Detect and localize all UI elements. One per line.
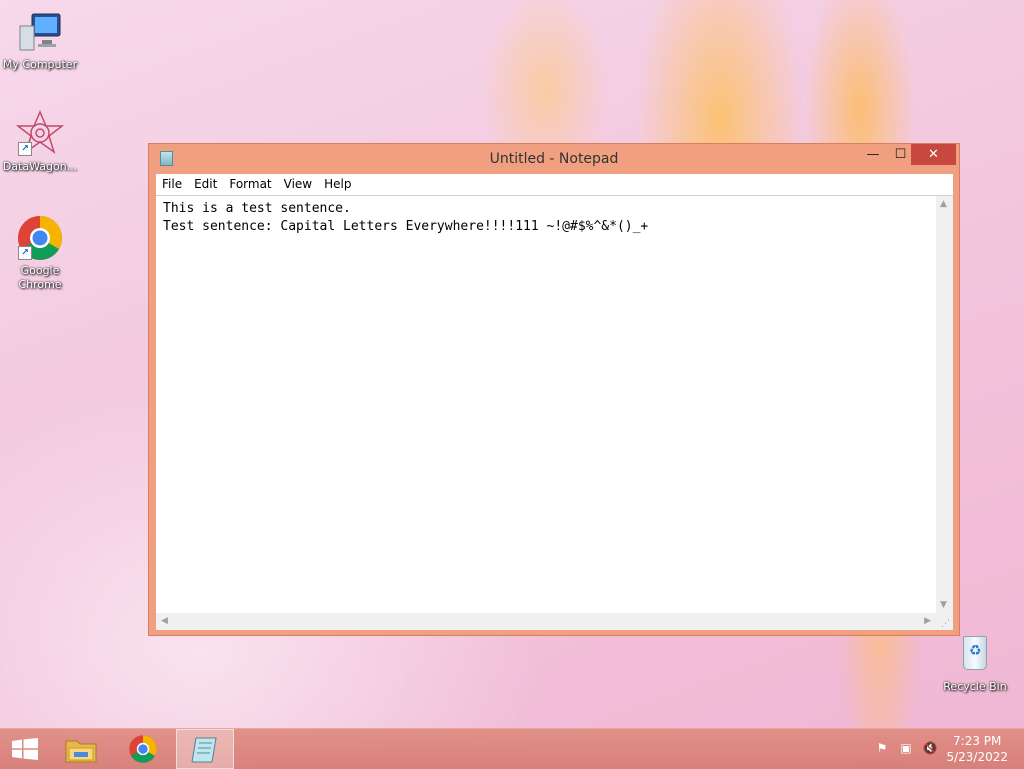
close-button[interactable]: ✕: [911, 144, 956, 165]
menu-bar: File Edit Format View Help: [156, 174, 953, 195]
desktop-icon-label: My Computer: [2, 58, 78, 71]
scroll-right-icon[interactable]: ▶: [924, 616, 931, 626]
chrome-icon: ↗: [16, 214, 64, 262]
editor-content[interactable]: This is a test sentence. Test sentence: …: [163, 200, 933, 236]
taskbar-chrome[interactable]: [117, 729, 169, 769]
volume-muted-icon[interactable]: 🔇: [922, 741, 938, 757]
desktop-icon-my-computer[interactable]: My Computer: [0, 8, 80, 72]
menu-file[interactable]: File: [156, 174, 188, 191]
notepad-icon: [190, 736, 220, 768]
action-center-flag-icon[interactable]: ⚑: [874, 741, 890, 757]
network-icon[interactable]: ▣: [898, 741, 914, 757]
desktop-icon-datawagon[interactable]: ↗ DataWagon...: [0, 110, 80, 174]
menu-view[interactable]: View: [278, 174, 318, 191]
notepad-window[interactable]: Untitled - Notepad — ☐ ✕ File Edit Format V…: [148, 143, 960, 636]
shortcut-arrow-icon: ↗: [18, 142, 32, 156]
taskbar-file-explorer[interactable]: [55, 729, 107, 769]
scroll-down-icon[interactable]: ▼: [940, 600, 947, 610]
vertical-scrollbar[interactable]: ▲ ▼: [936, 196, 953, 613]
folder-icon: [65, 736, 97, 768]
menu-format[interactable]: Format: [223, 174, 277, 191]
chrome-icon: [128, 734, 158, 768]
desktop-icon-label: Recycle Bin: [943, 680, 1007, 693]
scroll-left-icon[interactable]: ◀: [161, 616, 168, 626]
desktop-icon-recycle-bin[interactable]: ♻ Recycle Bin: [935, 630, 1015, 694]
text-editor[interactable]: This is a test sentence. Test sentence: …: [156, 195, 953, 630]
desktop-icon-google-chrome[interactable]: ↗ Google Chrome: [0, 214, 80, 292]
datawagon-icon: ↗: [15, 110, 65, 158]
windows-logo-icon: [12, 738, 38, 760]
maximize-button[interactable]: ☐: [887, 144, 914, 165]
taskbar-notepad[interactable]: [176, 729, 234, 769]
desktop-icon-label: DataWagon...: [2, 160, 78, 173]
minimize-button[interactable]: —: [859, 144, 887, 165]
taskbar: ⚑ ▣ 🔇 7:23 PM 5/23/2022: [0, 728, 1024, 769]
window-title: Untitled - Notepad: [489, 151, 619, 167]
recycle-bin-icon: ♻: [951, 630, 999, 678]
resize-grip-icon[interactable]: ⋰: [936, 613, 953, 630]
shortcut-arrow-icon: ↗: [18, 246, 32, 260]
start-button[interactable]: [0, 729, 52, 769]
horizontal-scrollbar[interactable]: ◀ ▶: [156, 613, 936, 630]
title-bar[interactable]: Untitled - Notepad — ☐ ✕: [149, 144, 959, 174]
scroll-up-icon[interactable]: ▲: [940, 199, 947, 209]
menu-edit[interactable]: Edit: [188, 174, 223, 191]
system-clock[interactable]: 7:23 PM 5/23/2022: [946, 733, 1008, 765]
desktop-icon-label: Google Chrome: [18, 264, 62, 291]
clock-time: 7:23 PM: [953, 734, 1002, 748]
clock-date: 5/23/2022: [946, 750, 1008, 764]
computer-icon: [16, 8, 64, 56]
menu-help[interactable]: Help: [318, 174, 357, 191]
